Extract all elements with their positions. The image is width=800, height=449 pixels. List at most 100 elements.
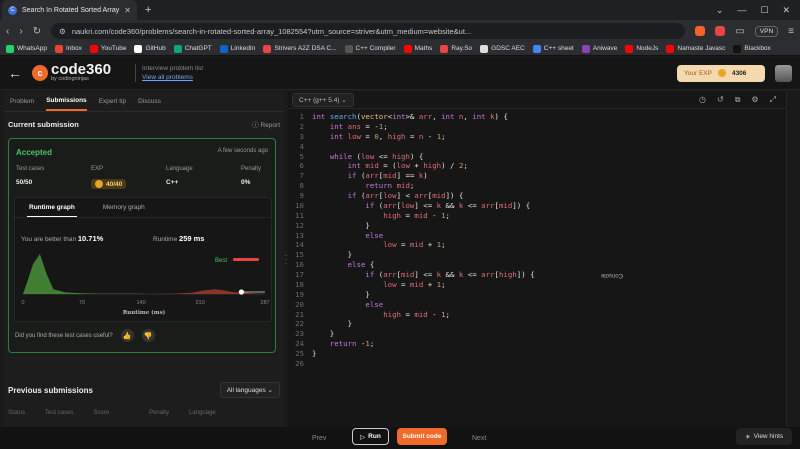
col-test-cases: Test cases bbox=[45, 410, 74, 416]
settings-icon[interactable]: ⚙ bbox=[751, 95, 758, 105]
code-text: int mid = (low + high) / 2; bbox=[347, 161, 468, 171]
bookmark-item[interactable]: ChatGPT bbox=[173, 44, 212, 53]
x-tick-label: 70 bbox=[79, 300, 85, 306]
browser-tab[interactable]: C Search In Rotated Sorted Array ✕ bbox=[2, 0, 137, 20]
code-text: int search(vector<int>& arr, int n, int … bbox=[312, 112, 508, 121]
code-line: 11 high = mid - 1; bbox=[288, 211, 786, 221]
tab-expert-tip[interactable]: Expert tip bbox=[99, 98, 126, 105]
code-line: 9 if (arr[low] < arr[mid]) { bbox=[288, 191, 786, 201]
bookmark-item[interactable]: LinkedIn bbox=[219, 44, 255, 53]
bookmark-label: Blackbox bbox=[744, 45, 771, 52]
x-tick-label: 210 bbox=[195, 300, 204, 306]
bookmark-favicon-icon bbox=[263, 44, 272, 53]
line-number: 15 bbox=[295, 250, 304, 260]
code-line: 6 int mid = (low + high) / 2; bbox=[288, 161, 786, 171]
tab-submissions[interactable]: Submissions bbox=[46, 92, 87, 111]
view-all-problems-link[interactable]: View all problems bbox=[142, 73, 203, 82]
run-button[interactable]: ▷ Run bbox=[352, 428, 389, 445]
bookmark-item[interactable]: Strivers A2Z DSA C... bbox=[263, 44, 337, 53]
maximize-icon[interactable]: ☐ bbox=[760, 5, 768, 16]
sidebar-icon[interactable]: ▭ bbox=[735, 26, 744, 37]
prev-button[interactable]: Prev bbox=[312, 435, 326, 442]
forward-icon[interactable]: › bbox=[19, 26, 22, 37]
back-arrow-icon[interactable]: ← bbox=[8, 65, 22, 81]
exp-stat-badge: 40/40 bbox=[91, 179, 127, 189]
vpn-button[interactable]: VPN bbox=[754, 25, 779, 37]
view-hints-button[interactable]: ☀ View hints bbox=[736, 428, 792, 445]
bookmark-favicon-icon bbox=[625, 44, 634, 53]
bookmark-favicon-icon bbox=[480, 44, 489, 53]
submit-code-button[interactable]: Submit code bbox=[397, 428, 447, 445]
close-window-icon[interactable]: ✕ bbox=[782, 5, 790, 16]
bookmark-item[interactable]: Maths bbox=[403, 44, 433, 53]
tab-discuss[interactable]: Discuss bbox=[138, 98, 161, 105]
tab-search-icon[interactable]: ⌄ bbox=[716, 5, 724, 16]
bookmark-item[interactable]: Blackbox bbox=[733, 44, 771, 53]
bookmark-item[interactable]: GitHub bbox=[134, 44, 166, 53]
code-text: if (arr[low] <= k && k <= arr[mid]) { bbox=[365, 200, 531, 210]
close-tab-icon[interactable]: ✕ bbox=[124, 6, 131, 15]
code-line: 13 else bbox=[288, 231, 786, 241]
browser-tab-strip: C Search In Rotated Sorted Array ✕ + ⌄ —… bbox=[0, 0, 800, 20]
timer-icon[interactable]: ◷ bbox=[699, 95, 706, 105]
menu-icon[interactable]: ≡ bbox=[788, 26, 794, 37]
code-line: 21 high = mid - 1; bbox=[288, 310, 786, 320]
bookmark-favicon-icon bbox=[532, 44, 541, 53]
bookmark-favicon-icon bbox=[344, 44, 353, 53]
fullscreen-icon[interactable]: ⤢ bbox=[770, 95, 776, 105]
line-number: 11 bbox=[295, 210, 304, 220]
reset-code-icon[interactable]: ↺ bbox=[717, 95, 724, 105]
tab-memory-graph[interactable]: Memory graph bbox=[103, 204, 145, 211]
copy-icon[interactable]: ⧉ bbox=[735, 95, 741, 105]
code-text: } bbox=[312, 329, 335, 339]
console-toggle[interactable]: ‹ Console bbox=[601, 92, 800, 427]
code360-logo[interactable]: c code360 by codingninjas bbox=[32, 62, 111, 82]
minimize-icon[interactable]: — bbox=[737, 5, 746, 15]
address-bar[interactable]: ⚙ naukri.com/code360/problems/search-in-… bbox=[51, 23, 686, 39]
exp-badge: Your EXP 4306 bbox=[677, 64, 765, 82]
line-number: 14 bbox=[295, 240, 304, 250]
bookmark-item[interactable]: YouTube bbox=[89, 44, 126, 53]
bookmark-label: GDSC AEC bbox=[491, 45, 525, 52]
code-text: low = mid + 1; bbox=[383, 240, 446, 250]
bookmark-item[interactable]: GDSC AEC bbox=[480, 44, 525, 53]
bookmark-item[interactable]: C++ sheet bbox=[532, 44, 574, 53]
bookmark-label: Maths bbox=[414, 45, 433, 52]
code-line: 23 } bbox=[288, 329, 786, 339]
report-icon: ⓘ bbox=[252, 122, 259, 129]
bookmark-item[interactable]: Aniwave bbox=[581, 44, 617, 53]
tab-problem[interactable]: Problem bbox=[10, 98, 34, 105]
bookmark-favicon-icon bbox=[733, 44, 742, 53]
line-number: 20 bbox=[295, 299, 304, 309]
chevron-down-icon: ⌄ bbox=[341, 97, 347, 104]
bookmark-item[interactable]: Inbox bbox=[55, 44, 82, 53]
brave-shield-icon[interactable] bbox=[695, 26, 706, 36]
interview-problem-list: Interview problem list View all problems bbox=[135, 64, 203, 82]
bookmark-label: Ray.So bbox=[451, 45, 473, 52]
code-area[interactable]: 1 int search(vector<int>& arr, int n, int… bbox=[288, 112, 786, 369]
bookmark-label: Inbox bbox=[66, 45, 82, 52]
language-select[interactable]: C++ (g++ 5.4) ⌄ bbox=[292, 93, 354, 107]
tab-runtime-graph[interactable]: Runtime graph bbox=[27, 199, 77, 217]
site-info-icon[interactable]: ⚙ bbox=[59, 27, 66, 36]
code-text: } bbox=[312, 220, 370, 230]
bookmark-item[interactable]: Ray.So bbox=[440, 44, 473, 53]
bookmark-favicon-icon bbox=[89, 44, 98, 53]
bookmark-item[interactable]: C++ Compiler bbox=[344, 44, 396, 53]
next-button[interactable]: Next bbox=[472, 435, 486, 442]
bookmark-item[interactable]: WhatsApp bbox=[6, 44, 47, 53]
bookmark-item[interactable]: Namaste Javasc bbox=[666, 44, 725, 53]
exp-stat-label: EXP bbox=[91, 166, 104, 172]
language-filter-select[interactable]: All languages ⌄ bbox=[219, 382, 280, 398]
back-icon[interactable]: ‹ bbox=[6, 26, 9, 37]
thumbs-up-icon[interactable]: 👍 bbox=[120, 329, 134, 342]
reload-icon[interactable]: ↻ bbox=[33, 26, 41, 37]
rewards-icon[interactable] bbox=[715, 26, 726, 36]
new-tab-icon[interactable]: + bbox=[145, 4, 151, 16]
avatar[interactable] bbox=[775, 64, 792, 82]
bookmark-item[interactable]: NodeJs bbox=[625, 44, 658, 53]
status-accepted: Accepted bbox=[16, 148, 53, 157]
language-filter-value: All languages bbox=[226, 387, 266, 394]
report-button[interactable]: ⓘ Report bbox=[252, 119, 280, 129]
thumbs-down-icon[interactable]: 👎 bbox=[141, 329, 155, 342]
